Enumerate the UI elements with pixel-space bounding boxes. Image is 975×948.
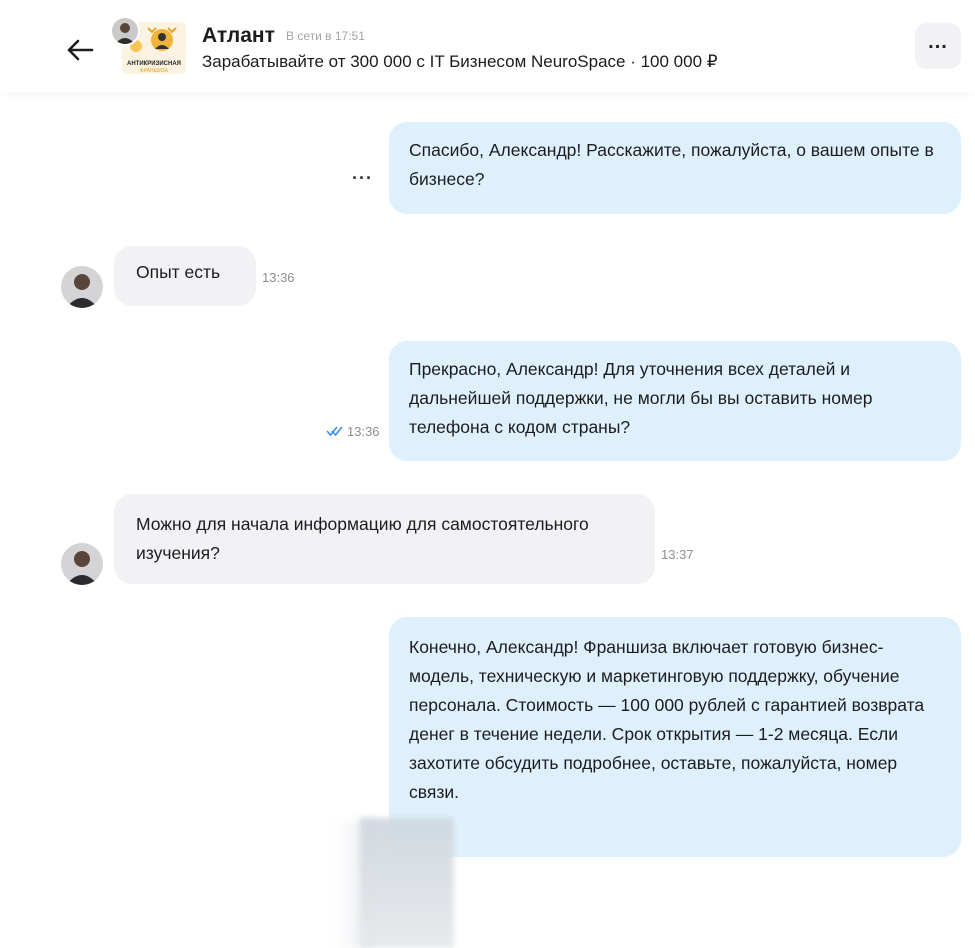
message-bubble-incoming[interactable]: Можно для начала информацию для самостоя…	[114, 494, 655, 584]
seller-name[interactable]: Атлант	[202, 24, 275, 48]
message-timestamp: 13:36	[262, 270, 295, 285]
message-text: Прекрасно, Александр! Для уточнения всех…	[409, 359, 873, 437]
message-text: Конечно, Александр! Франшиза включает го…	[409, 637, 925, 802]
person-photo-icon	[112, 18, 138, 44]
seller-avatar[interactable]	[110, 16, 140, 46]
person-photo-icon	[61, 543, 103, 585]
contact-avatar[interactable]	[61, 266, 103, 308]
arrow-left-icon	[67, 39, 94, 61]
person-photo-icon	[61, 266, 103, 308]
ellipsis-icon: ...	[928, 31, 948, 53]
message-text: Спасибо, Александр! Расскажите, пожалуйс…	[409, 140, 934, 189]
message-bubble-outgoing[interactable]: Конечно, Александр! Франшиза включает го…	[389, 617, 961, 857]
thumbnail-caption: АНТИКРИЗИСНАЯ	[126, 61, 181, 68]
typing-dots-icon: ···	[352, 168, 373, 188]
message-text: Опыт есть	[136, 262, 221, 282]
redaction-blur	[360, 818, 454, 948]
message-bubble-incoming[interactable]: Опыт есть	[114, 246, 256, 306]
thumbnail-caption-sub: ФРАНШИЗА	[139, 68, 169, 74]
double-check-icon	[326, 424, 344, 442]
message-timestamp: 13:36	[347, 424, 380, 439]
contact-avatar[interactable]	[61, 543, 103, 585]
more-options-button[interactable]: ...	[915, 23, 961, 69]
message-bubble-outgoing[interactable]: Прекрасно, Александр! Для уточнения всех…	[389, 341, 961, 461]
chat-header: АНТИКРИЗИСНАЯ ФРАНШИЗА Атлант В сети в 1…	[0, 0, 975, 92]
message-text: Можно для начала информацию для самостоя…	[136, 514, 589, 563]
listing-title[interactable]: Зарабатывайте от 300 000 с IT Бизнесом N…	[202, 52, 718, 72]
back-button[interactable]	[60, 30, 100, 70]
message-bubble-outgoing[interactable]: Спасибо, Александр! Расскажите, пожалуйс…	[389, 122, 961, 214]
message-timestamp: 13:37	[661, 547, 694, 562]
online-status: В сети в 17:51	[286, 29, 365, 43]
